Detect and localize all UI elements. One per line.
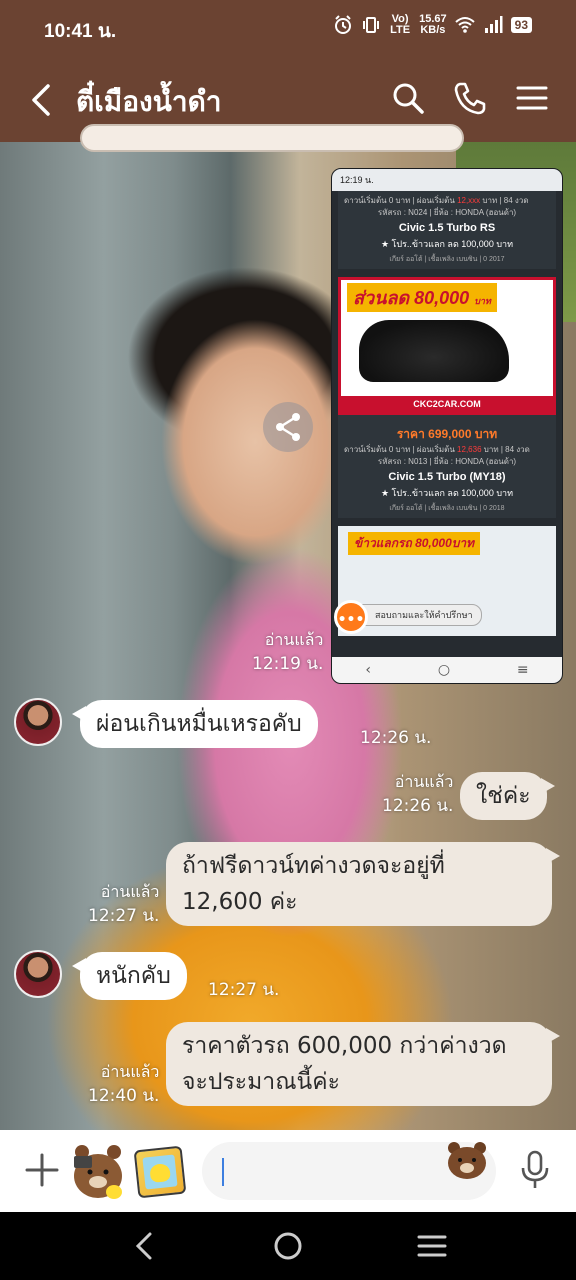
- car-listing-card-2: ราคา 699,000 บาท ดาวน์เริ่มต้น 0 บาท | ผ…: [338, 415, 556, 518]
- network-speed: 15.67 KB/s: [419, 14, 447, 36]
- card1-finance-line: ดาวน์เริ่มต้น 0 บาท | ผ่อนเริ่มต้น 12,xx…: [344, 196, 529, 205]
- status-time: 10:41 น.: [44, 21, 117, 42]
- message-text-line-2: 12,600 ค่ะ: [182, 889, 298, 915]
- message-meta: 12:26 น.: [360, 726, 431, 750]
- recents-icon[interactable]: [414, 1230, 450, 1262]
- message-bubble-outgoing[interactable]: ใช่ค่ะ: [460, 772, 555, 820]
- plus-icon[interactable]: [24, 1152, 60, 1188]
- shared-image-status-bar: 12:19 น.: [332, 169, 562, 191]
- car-ad-image-1: ส่วนลด 80,000 บาท CKC2CAR.COM: [338, 277, 556, 415]
- ad2-consult-button: สอบถามและให้คำปรึกษา: [348, 604, 482, 626]
- message-text: ใช่ค่ะ: [476, 783, 531, 809]
- message-time: 12:26 น.: [360, 728, 432, 748]
- message-bubble-incoming[interactable]: หนักคับ: [72, 952, 187, 1000]
- read-receipt: อ่านแล้ว: [394, 772, 454, 791]
- card1-code-line: รหัสรถ : N024 | ยี่ห้อ : HONDA (ฮอนด้า): [377, 208, 517, 217]
- brown-bear-sticker-icon[interactable]: [70, 1142, 126, 1200]
- card2-price: ราคา 699,000 บาท: [396, 427, 498, 441]
- read-receipt: อ่านแล้ว: [100, 1062, 160, 1081]
- message-time: 12:19 น.: [252, 654, 324, 674]
- message-text: หนักคับ: [96, 963, 171, 989]
- ad1-discount-banner: ส่วนลด 80,000 บาท: [347, 283, 497, 312]
- shared-image-time: 12:19 น.: [340, 175, 374, 185]
- message-bubble-incoming[interactable]: ผ่อนเกินหมื่นเหรอคับ: [72, 700, 318, 748]
- system-nav-bar: [0, 1212, 576, 1280]
- text-caret: [222, 1158, 224, 1186]
- shared-image-message[interactable]: 12:19 น. ดาวน์เริ่มต้น 0 บาท | ผ่อนเริ่ม…: [331, 168, 563, 684]
- battery-icon: 93: [510, 17, 532, 33]
- chat-bubble-icon: •••: [334, 600, 368, 634]
- message-meta: อ่านแล้ว 12:40 น.: [88, 1060, 159, 1108]
- card2-meta: เกียร์ ออโต้ | เชื้อเพลิง เบนซิน | 0 201…: [389, 505, 505, 512]
- home-icon[interactable]: [270, 1230, 306, 1262]
- card1-promo: ★ โปร..ข้าวแลก ลด 100,000 บาท: [380, 239, 514, 249]
- input-bar: [0, 1130, 576, 1212]
- alarm-icon: [335, 15, 352, 34]
- message-meta: 12:27 น.: [208, 978, 279, 1002]
- read-receipt: อ่านแล้ว: [100, 882, 160, 901]
- message-bubble-outgoing[interactable]: ถ้าฟรีดาวน์ทค่างวดจะอยู่ที่ 12,600 ค่ะ: [166, 842, 560, 926]
- share-icon[interactable]: [263, 402, 313, 452]
- back-arrow-icon[interactable]: [26, 82, 58, 118]
- previous-message-edge: [80, 124, 464, 152]
- shared-image-nav-bar: ‹ ○ ≡: [332, 657, 562, 683]
- message-meta: อ่านแล้ว 12:19 น.: [252, 628, 323, 676]
- car-ad-image-2: ข้าวแลกรถ 80,000บาท สอบถามและให้คำปรึกษา…: [334, 526, 556, 636]
- card2-promo: ★ โปร..ข้าวแลก ลด 100,000 บาท: [380, 488, 514, 498]
- mic-icon[interactable]: [518, 1150, 552, 1190]
- ad2-banner: ข้าวแลกรถ 80,000บาท: [348, 532, 481, 555]
- car-photo: [359, 320, 509, 382]
- ad1-footer: CKC2CAR.COM: [341, 396, 553, 412]
- message-text-line-1: ถ้าฟรีดาวน์ทค่างวดจะอยู่ที่: [182, 853, 445, 879]
- search-icon[interactable]: [390, 80, 426, 116]
- volte-icon: Vo) LTE: [390, 13, 411, 36]
- message-time: 12:26 น.: [382, 796, 454, 816]
- wifi-icon: [454, 17, 475, 33]
- chat-title[interactable]: ตี๋เมืองน้ำดำ: [76, 80, 221, 124]
- message-meta: อ่านแล้ว 12:26 น.: [382, 770, 453, 818]
- message-text-line-1: ราคาตัวรถ 600,000 กว่าค่างวด: [182, 1033, 507, 1059]
- card2-finance-line: ดาวน์เริ่มต้น 0 บาท | ผ่อนเริ่มต้น 12,63…: [344, 445, 530, 454]
- emoji-icon[interactable]: [446, 1140, 488, 1180]
- phone-icon[interactable]: [452, 80, 488, 116]
- message-time: 12:27 น.: [88, 906, 160, 926]
- avatar[interactable]: [14, 698, 62, 746]
- vibrate-icon: [363, 17, 380, 33]
- home-icon: ○: [437, 662, 451, 678]
- back-icon: ‹: [365, 662, 372, 678]
- car-listing-card-1: ดาวน์เริ่มต้น 0 บาท | ผ่อนเริ่มต้น 12,xx…: [338, 191, 556, 269]
- card2-model: Civic 1.5 Turbo (MY18): [388, 471, 506, 483]
- card1-model: Civic 1.5 Turbo RS: [398, 222, 496, 234]
- signal-icon: [484, 16, 503, 33]
- message-bubble-outgoing[interactable]: ราคาตัวรถ 600,000 กว่าค่างวด จะประมาณนี้…: [166, 1022, 560, 1106]
- read-receipt: อ่านแล้ว: [264, 630, 324, 649]
- recents-icon: ≡: [516, 662, 529, 678]
- message-time: 12:27 น.: [208, 980, 280, 1000]
- network-speed-unit: KB/s: [420, 24, 446, 36]
- message-meta: อ่านแล้ว 12:27 น.: [88, 880, 159, 928]
- card2-code-line: รหัสรถ : N013 | ยี่ห้อ : HONDA (ฮอนด้า): [377, 457, 517, 466]
- message-list: 12:19 น. ดาวน์เริ่มต้น 0 บาท | ผ่อนเริ่ม…: [0, 124, 576, 1130]
- message-time: 12:40 น.: [88, 1086, 160, 1106]
- menu-icon[interactable]: [514, 80, 550, 116]
- gallery-icon[interactable]: [133, 1145, 187, 1199]
- avatar[interactable]: [14, 950, 62, 998]
- back-icon[interactable]: [128, 1230, 164, 1262]
- message-text-line-2: จะประมาณนี้ค่ะ: [182, 1069, 341, 1095]
- card1-meta: เกียร์ ออโต้ | เชื้อเพลิง เบนซิน | 0 201…: [389, 256, 505, 263]
- status-bar: 10:41 น. Vo) LTE 15.67 KB/s 93: [0, 0, 576, 56]
- status-icons: Vo) LTE 15.67 KB/s 93: [333, 14, 532, 36]
- message-text: ผ่อนเกินหมื่นเหรอคับ: [96, 711, 302, 737]
